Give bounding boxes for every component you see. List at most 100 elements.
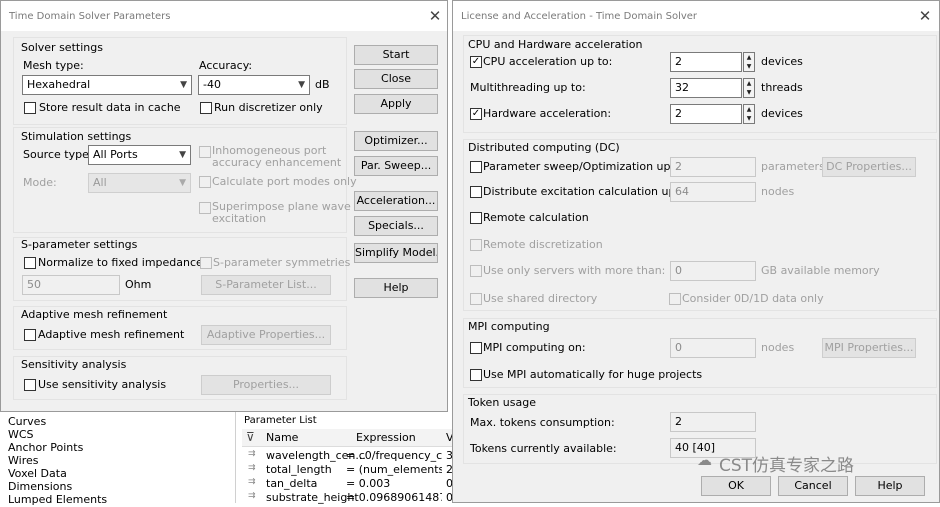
filter-icon[interactable]: ⊽ xyxy=(246,430,255,444)
cpu-acceleration-label[interactable]: CPU acceleration up to: xyxy=(483,55,612,69)
param-sweep-input[interactable]: 2 xyxy=(670,157,756,177)
apply-button[interactable]: Apply xyxy=(354,94,438,114)
superimpose-plane-wave-label-line2[interactable]: excitation xyxy=(212,212,266,226)
tree-item-wires[interactable]: Wires xyxy=(8,454,38,468)
close-button[interactable]: Close xyxy=(354,69,438,89)
normalize-impedance-checkbox[interactable] xyxy=(24,257,36,269)
up-arrow-icon[interactable]: ▲ xyxy=(744,105,754,114)
shared-directory-label[interactable]: Use shared directory xyxy=(483,292,597,306)
mpi-computing-checkbox[interactable] xyxy=(470,342,482,354)
table-row[interactable]: ⇉ wavelength_cen... = c0/frequency_cen..… xyxy=(242,449,454,463)
tree-item-anchor-points[interactable]: Anchor Points xyxy=(8,441,83,455)
mesh-type-select[interactable]: Hexahedral ▼ xyxy=(22,75,192,95)
ok-button[interactable]: OK xyxy=(701,476,771,496)
distribute-excitation-checkbox[interactable] xyxy=(470,186,482,198)
distribute-excitation-input[interactable]: 64 xyxy=(670,182,756,202)
remote-calculation-checkbox[interactable] xyxy=(470,212,482,224)
table-row[interactable]: ⇉ tan_delta = 0.003 0 xyxy=(242,477,454,491)
mpi-auto-label[interactable]: Use MPI automatically for huge projects xyxy=(483,368,702,382)
impedance-input[interactable]: 50 xyxy=(22,275,120,295)
tree-item-lumped-elements[interactable]: Lumped Elements xyxy=(8,493,107,507)
solver-parameters-dialog: Time Domain Solver Parameters ✕ Solver s… xyxy=(0,0,448,412)
par-sweep-button[interactable]: Par. Sweep... xyxy=(354,156,438,176)
superimpose-plane-wave-checkbox[interactable] xyxy=(199,202,211,214)
accuracy-label: Accuracy: xyxy=(199,59,253,72)
help-button[interactable]: Help xyxy=(354,278,438,298)
adaptive-mesh-label[interactable]: Adaptive mesh refinement xyxy=(38,328,184,342)
table-row[interactable]: ⇉ total_length = (num_elements)*... 2 xyxy=(242,463,454,477)
mpi-properties-button[interactable]: MPI Properties... xyxy=(822,338,916,358)
tree-item-curves[interactable]: Curves xyxy=(8,415,46,429)
mpi-auto-checkbox[interactable] xyxy=(470,369,482,381)
shared-directory-checkbox[interactable] xyxy=(470,293,482,305)
parameter-icon: ⇉ xyxy=(248,491,256,501)
multithreading-input[interactable]: 32 xyxy=(670,78,742,98)
sparameter-symmetries-label[interactable]: S-parameter symmetries xyxy=(213,256,350,270)
hardware-acceleration-label[interactable]: Hardware acceleration: xyxy=(483,107,611,121)
distribute-excitation-label[interactable]: Distribute excitation calculation up to xyxy=(483,185,690,199)
sparameter-symmetries-checkbox[interactable] xyxy=(200,257,212,269)
sparameter-list-button[interactable]: S-Parameter List... xyxy=(201,275,331,295)
normalize-impedance-label[interactable]: Normalize to fixed impedance xyxy=(38,256,203,270)
specials-button[interactable]: Specials... xyxy=(354,216,438,236)
adaptive-properties-button[interactable]: Adaptive Properties... xyxy=(201,325,331,345)
hardware-acceleration-input[interactable]: 2 xyxy=(670,104,742,124)
source-type-select[interactable]: All Ports ▼ xyxy=(88,145,191,165)
down-arrow-icon[interactable]: ▼ xyxy=(744,88,754,97)
close-icon[interactable]: ✕ xyxy=(425,6,445,26)
remote-discretization-label[interactable]: Remote discretization xyxy=(483,238,603,252)
hardware-acceleration-spinner[interactable]: ▲ ▼ xyxy=(743,104,755,124)
help-button[interactable]: Help xyxy=(855,476,925,496)
cpu-acceleration-checkbox[interactable]: ✓ xyxy=(470,56,482,68)
inhomogeneous-port-label-line2[interactable]: accuracy enhancement xyxy=(212,156,341,170)
sensitivity-checkbox[interactable] xyxy=(24,379,36,391)
column-header-expression[interactable]: Expression xyxy=(356,431,416,445)
sensitivity-properties-button[interactable]: Properties... xyxy=(201,375,331,395)
down-arrow-icon[interactable]: ▼ xyxy=(744,62,754,71)
dialog-title-bar[interactable]: Time Domain Solver Parameters ✕ xyxy=(1,1,447,31)
cancel-button[interactable]: Cancel xyxy=(778,476,848,496)
inhomogeneous-port-checkbox[interactable] xyxy=(199,146,211,158)
tree-item-voxel-data[interactable]: Voxel Data xyxy=(8,467,67,481)
store-result-label[interactable]: Store result data in cache xyxy=(39,101,181,115)
column-header-name[interactable]: Name xyxy=(266,431,298,445)
hardware-acceleration-checkbox[interactable]: ✓ xyxy=(470,108,482,120)
up-arrow-icon[interactable]: ▲ xyxy=(744,53,754,62)
acceleration-button[interactable]: Acceleration... xyxy=(354,191,438,211)
adaptive-mesh-checkbox[interactable] xyxy=(24,329,36,341)
cpu-acceleration-input[interactable]: 2 xyxy=(670,52,742,72)
dialog-title-bar[interactable]: License and Acceleration - Time Domain S… xyxy=(453,1,939,31)
down-arrow-icon[interactable]: ▼ xyxy=(744,114,754,123)
accuracy-select[interactable]: -40 ▼ xyxy=(198,75,310,95)
tree-item-dimensions[interactable]: Dimensions xyxy=(8,480,72,494)
consider-0d1d-checkbox[interactable] xyxy=(669,293,681,305)
mpi-computing-label[interactable]: MPI computing on: xyxy=(483,341,586,355)
servers-memory-input[interactable]: 0 xyxy=(670,261,756,281)
parameter-list-title: Parameter List xyxy=(244,415,317,426)
simplify-model-button[interactable]: Simplify Model... xyxy=(354,243,438,263)
tree-item-wcs[interactable]: WCS xyxy=(8,428,34,442)
run-discretizer-checkbox[interactable] xyxy=(200,102,212,114)
run-discretizer-label[interactable]: Run discretizer only xyxy=(214,101,323,115)
start-button[interactable]: Start xyxy=(354,45,438,65)
consider-0d1d-label[interactable]: Consider 0D/1D data only xyxy=(682,292,824,306)
calc-port-modes-checkbox[interactable] xyxy=(199,176,211,188)
optimizer-button[interactable]: Optimizer... xyxy=(354,131,438,151)
servers-memory-label[interactable]: Use only servers with more than: xyxy=(483,264,665,278)
param-sweep-label[interactable]: Parameter sweep/Optimization up to: xyxy=(483,160,689,174)
up-arrow-icon[interactable]: ▲ xyxy=(744,79,754,88)
remote-calculation-label[interactable]: Remote calculation xyxy=(483,211,589,225)
remote-discretization-checkbox[interactable] xyxy=(470,239,482,251)
sensitivity-label[interactable]: Use sensitivity analysis xyxy=(38,378,166,392)
mpi-computing-group: MPI computing MPI computing on: 0 nodes … xyxy=(463,318,937,388)
servers-memory-checkbox[interactable] xyxy=(470,265,482,277)
close-icon[interactable]: ✕ xyxy=(915,6,935,26)
dc-properties-button[interactable]: DC Properties... xyxy=(822,157,916,177)
cpu-acceleration-spinner[interactable]: ▲ ▼ xyxy=(743,52,755,72)
calc-port-modes-label[interactable]: Calculate port modes only xyxy=(212,175,357,189)
multithreading-spinner[interactable]: ▲ ▼ xyxy=(743,78,755,98)
store-result-checkbox[interactable] xyxy=(24,102,36,114)
mode-select[interactable]: All ▼ xyxy=(88,173,191,193)
param-sweep-checkbox[interactable] xyxy=(470,161,482,173)
mpi-nodes-input[interactable]: 0 xyxy=(670,338,756,358)
